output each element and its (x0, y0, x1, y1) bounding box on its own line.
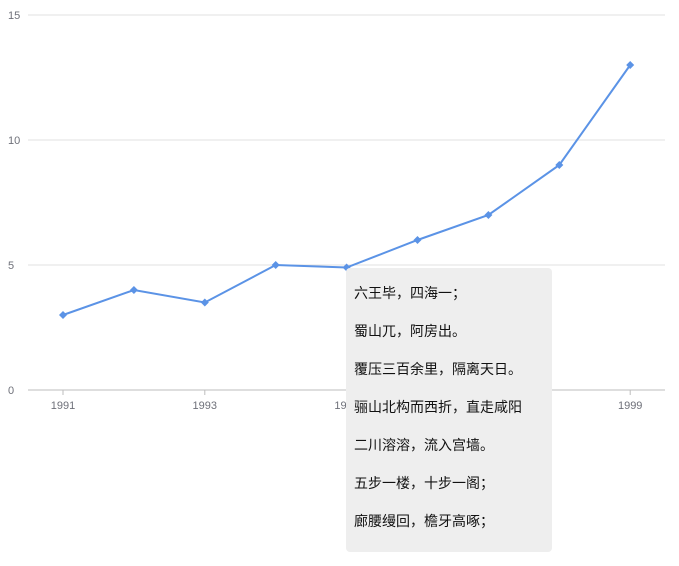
y-tick-label: 0 (8, 385, 14, 397)
tooltip-line: 二川溶溶，流入宫墙。 (354, 438, 494, 454)
tooltip-line: 覆压三百余里，隔离天日。 (354, 362, 522, 378)
axes: 05101519911993199519971999 (8, 10, 665, 412)
x-tick-label: 1993 (193, 400, 217, 412)
line-chart: 05101519911993199519971999 (8, 10, 665, 412)
y-tick-label: 10 (8, 135, 20, 147)
x-tick-label: 1999 (618, 400, 642, 412)
tooltip-line: 五步一楼，十步一阁； (354, 476, 494, 492)
grid-lines (28, 14, 665, 266)
y-tick-label: 5 (8, 260, 14, 272)
data-point[interactable] (59, 311, 67, 319)
data-point[interactable] (271, 261, 280, 269)
data-point[interactable] (200, 298, 209, 307)
data-point[interactable] (129, 286, 138, 294)
y-tick-label: 15 (8, 10, 20, 22)
tooltip: 六王毕，四海一； 蜀山兀，阿房出。 覆压三百余里，隔离天日。 骊山北构而西折，直… (346, 268, 552, 552)
tooltip-line: 廊腰缦回，檐牙高啄； (354, 514, 494, 530)
tooltip-line: 骊山北构而西折，直走咸阳 (354, 400, 522, 416)
tooltip-line: 蜀山兀，阿房出。 (354, 324, 466, 340)
x-tick-label: 1991 (51, 400, 75, 412)
tooltip-line: 六王毕，四海一； (354, 286, 466, 302)
data-point[interactable] (413, 236, 422, 244)
